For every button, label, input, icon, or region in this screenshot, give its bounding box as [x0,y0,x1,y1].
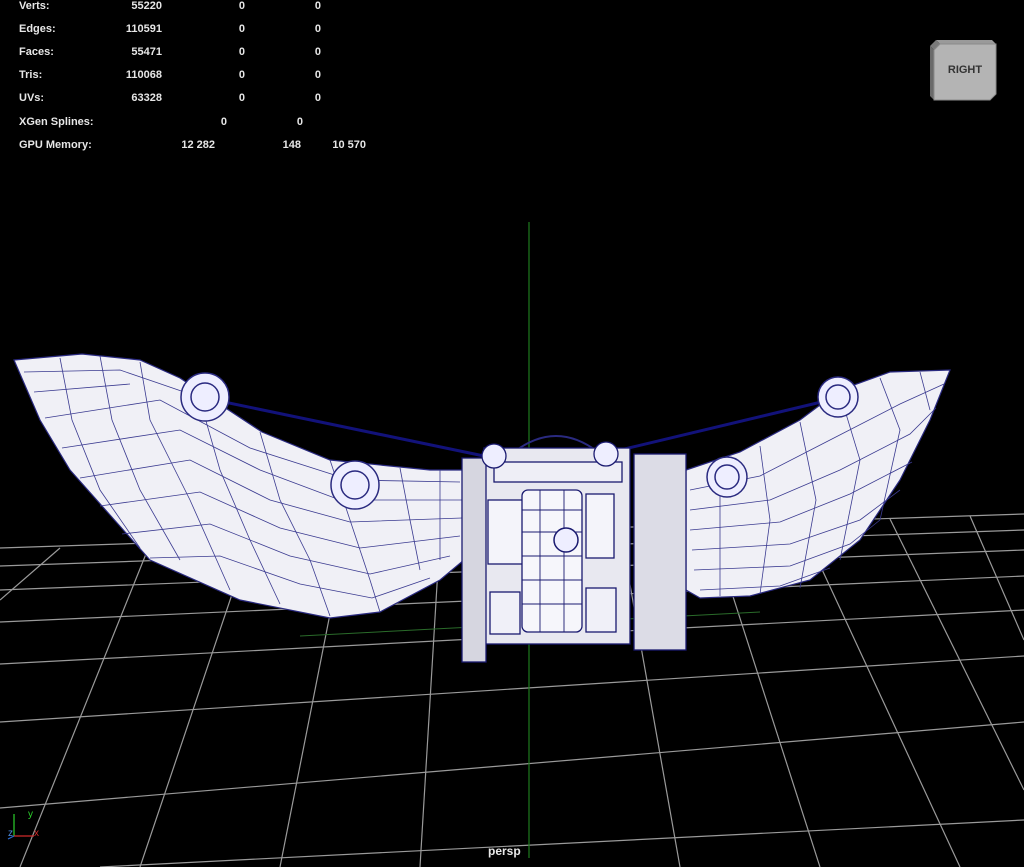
hud-label: GPU Memory: [19,139,92,151]
hud-label: Faces: [19,46,54,58]
hud-row-gpu-memory: GPU Memory: 12 282 148 10 570 [19,139,399,153]
hud-label: Verts: [19,0,50,12]
engine-cabinet[interactable] [461,435,687,663]
hud-value: 0 [238,92,245,104]
hud-value: 0 [238,0,245,12]
hud-label: XGen Splines: [19,116,94,128]
hud-row-faces: Faces: 55471 0 0 [19,46,399,60]
hud-value: 10 570 [332,139,366,151]
hud-row-verts: Verts: 55220 0 0 [19,0,399,14]
hud-value: 110591 [125,23,162,35]
hud-value: 110068 [125,69,162,81]
poly-count-hud: Verts: 55220 0 0 Edges: 110591 0 0 Faces… [0,0,400,160]
hud-value: 0 [314,23,321,35]
axis-z-label: z [8,828,13,839]
hud-row-xgen-splines: XGen Splines: 0 0 [19,116,399,130]
axis-x-label: x [34,828,39,839]
left-wing-mesh[interactable] [13,353,465,619]
hud-value: 0 [296,116,303,128]
hud-value: 148 [282,139,301,151]
axis-y-label: y [28,809,33,820]
hud-value: 0 [238,46,245,58]
hud-row-uvs: UVs: 63328 0 0 [19,92,399,106]
hud-value: 0 [314,69,321,81]
hud-label: Edges: [19,23,56,35]
hud-value: 0 [238,23,245,35]
viewcube-face-label[interactable]: RIGHT [948,64,983,76]
hud-label: UVs: [19,92,45,104]
hud-value: 55471 [131,46,162,58]
hud-value: 0 [314,46,321,58]
hud-label: Tris: [19,69,43,81]
hud-value: 0 [314,0,321,12]
hud-row-tris: Tris: 110068 0 0 [19,69,399,83]
hud-row-edges: Edges: 110591 0 0 [19,23,399,37]
hud-value: 0 [220,116,227,128]
camera-name-label: persp [488,844,521,858]
hud-value: 0 [238,69,245,81]
hud-value: 55220 [131,0,162,12]
hud-value: 0 [314,92,321,104]
hud-value: 63328 [131,92,162,104]
hud-value: 12 282 [181,139,215,151]
axis-gizmo: y x z [7,809,39,840]
viewcube[interactable]: RIGHT [928,38,998,102]
